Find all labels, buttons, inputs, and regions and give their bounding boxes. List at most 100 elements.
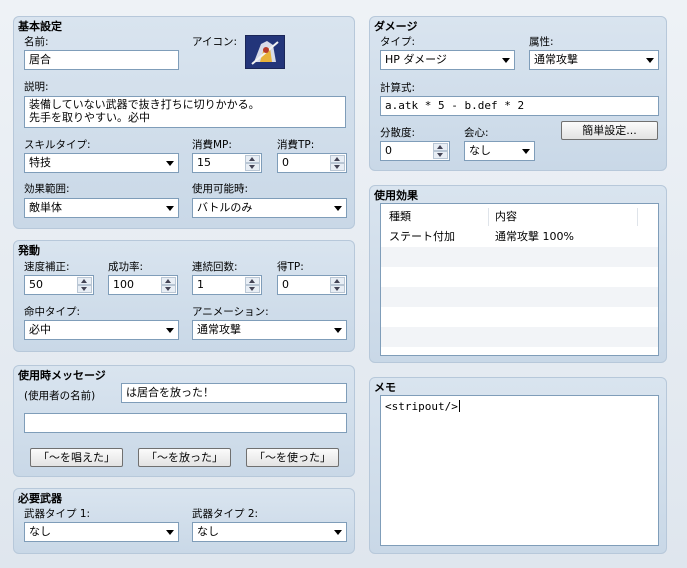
description-textarea[interactable]: 装備していない武器で抜き打ちに切りかかる。 先手を取りやすい。必中: [24, 96, 346, 128]
spin-down-icon[interactable]: [245, 163, 260, 171]
spin-up-icon[interactable]: [330, 277, 345, 285]
skill-icon[interactable]: [245, 35, 285, 69]
effect-type-cell: ステート付加: [389, 230, 455, 243]
weapon-type-1-label: 武器タイプ 1:: [24, 508, 91, 520]
critical-label: 会心:: [464, 127, 489, 139]
success-stepper[interactable]: 100: [108, 275, 178, 295]
tp-stepper[interactable]: 0: [277, 153, 347, 173]
effects-table-header: 種類 内容: [381, 207, 658, 227]
spin-down-icon[interactable]: [433, 151, 448, 159]
spin-up-icon[interactable]: [245, 277, 260, 285]
speed-value: 50: [29, 278, 43, 291]
damage-type-select[interactable]: HP ダメージ: [380, 50, 515, 70]
hit-type-select[interactable]: 必中: [24, 320, 179, 340]
tp-gain-stepper[interactable]: 0: [277, 275, 347, 295]
weapon-type-2-select[interactable]: なし: [192, 522, 347, 542]
effects-header-type[interactable]: 種類: [389, 207, 411, 227]
description-line-1: 装備していない武器で抜き打ちに切りかかる。: [29, 98, 260, 111]
chevron-down-icon: [334, 530, 342, 535]
table-row[interactable]: [381, 267, 658, 287]
hit-type-value: 必中: [29, 323, 51, 336]
critical-value: なし: [469, 144, 491, 157]
animation-value: 通常攻撃: [197, 323, 241, 336]
speed-stepper[interactable]: 50: [24, 275, 94, 295]
message-line-2-input[interactable]: [24, 413, 347, 433]
spin-up-icon[interactable]: [245, 155, 260, 163]
description-line-2: 先手を取りやすい。必中: [29, 111, 150, 124]
tp-gain-label: 得TP:: [277, 261, 304, 273]
damage-type-value: HP ダメージ: [385, 53, 447, 66]
element-select[interactable]: 通常攻撃: [529, 50, 659, 70]
table-row[interactable]: [381, 307, 658, 327]
variance-value: 0: [385, 144, 392, 157]
element-label: 属性:: [529, 36, 554, 48]
damage-group: ダメージ タイプ: HP ダメージ 属性: 通常攻撃 計算式: a.atk * …: [369, 16, 667, 171]
chevron-down-icon: [334, 328, 342, 333]
chevron-down-icon: [334, 206, 342, 211]
text-cursor: [458, 400, 460, 412]
effects-group: 使用効果 種類 内容 ステート付加 通常攻撃 100%: [369, 185, 667, 363]
table-row[interactable]: ステート付加 通常攻撃 100%: [381, 227, 658, 247]
damage-type-label: タイプ:: [380, 36, 416, 48]
chevron-down-icon: [166, 328, 174, 333]
effects-table[interactable]: 種類 内容 ステート付加 通常攻撃 100%: [380, 203, 659, 356]
chevron-down-icon: [502, 58, 510, 63]
message-group: 使用時メッセージ (使用者の名前) は居合を放った！ 「～を唱えた」 「～を放っ…: [13, 365, 355, 477]
spin-up-icon[interactable]: [330, 155, 345, 163]
spin-down-icon[interactable]: [245, 285, 260, 293]
repeat-label: 連続回数:: [192, 261, 238, 273]
message-line-1-input[interactable]: は居合を放った！: [121, 383, 347, 403]
simple-settings-button[interactable]: 簡単設定...: [561, 121, 658, 140]
spin-down-icon[interactable]: [161, 285, 176, 293]
speed-label: 速度補正:: [24, 261, 70, 273]
column-divider: [488, 208, 489, 226]
chevron-down-icon: [166, 206, 174, 211]
weapon-type-1-value: なし: [29, 525, 51, 538]
required-weapons-title: 必要武器: [18, 492, 62, 505]
animation-select[interactable]: 通常攻撃: [192, 320, 347, 340]
memo-text: <stripout/>: [385, 400, 458, 413]
chevron-down-icon: [166, 161, 174, 166]
weapon-type-1-select[interactable]: なし: [24, 522, 179, 542]
tp-gain-value: 0: [282, 278, 289, 291]
effect-content-cell: 通常攻撃 100%: [495, 230, 574, 243]
critical-select[interactable]: なし: [464, 141, 535, 161]
repeat-stepper[interactable]: 1: [192, 275, 262, 295]
table-row[interactable]: [381, 287, 658, 307]
invocation-group: 発動 速度補正: 50 成功率: 100 連続回数: 1 得TP: 0 命中タイ…: [13, 240, 355, 352]
hit-type-label: 命中タイプ:: [24, 306, 81, 318]
element-value: 通常攻撃: [534, 53, 578, 66]
occasion-value: バトルのみ: [197, 201, 253, 214]
success-value: 100: [113, 278, 134, 291]
variance-stepper[interactable]: 0: [380, 141, 450, 161]
occasion-select[interactable]: バトルのみ: [192, 198, 347, 218]
scope-select[interactable]: 敵単体: [24, 198, 179, 218]
occasion-label: 使用可能時:: [192, 183, 249, 195]
spin-up-icon[interactable]: [433, 143, 448, 151]
spin-down-icon[interactable]: [77, 285, 92, 293]
formula-input[interactable]: a.atk * 5 - b.def * 2: [380, 96, 659, 116]
used-preset-button[interactable]: 「～を使った」: [246, 448, 339, 467]
table-row[interactable]: [381, 247, 658, 267]
table-row[interactable]: [381, 327, 658, 347]
effects-header-content[interactable]: 内容: [495, 207, 517, 227]
repeat-value: 1: [197, 278, 204, 291]
mp-stepper[interactable]: 15: [192, 153, 262, 173]
name-label: 名前:: [24, 36, 49, 48]
scope-value: 敵単体: [29, 201, 62, 214]
skill-type-select[interactable]: 特技: [24, 153, 179, 173]
chevron-down-icon: [522, 149, 530, 154]
skill-type-value: 特技: [29, 156, 51, 169]
spin-up-icon[interactable]: [77, 277, 92, 285]
chevron-down-icon: [166, 530, 174, 535]
column-divider: [637, 208, 638, 226]
chanted-preset-button[interactable]: 「～を唱えた」: [30, 448, 123, 467]
spin-down-icon[interactable]: [330, 285, 345, 293]
name-input[interactable]: 居合: [24, 50, 179, 70]
spin-up-icon[interactable]: [161, 277, 176, 285]
memo-textarea[interactable]: <stripout/>: [380, 395, 659, 546]
released-preset-button[interactable]: 「～を放った」: [138, 448, 231, 467]
effects-title: 使用効果: [374, 189, 418, 202]
user-name-label: (使用者の名前): [24, 390, 96, 402]
spin-down-icon[interactable]: [330, 163, 345, 171]
